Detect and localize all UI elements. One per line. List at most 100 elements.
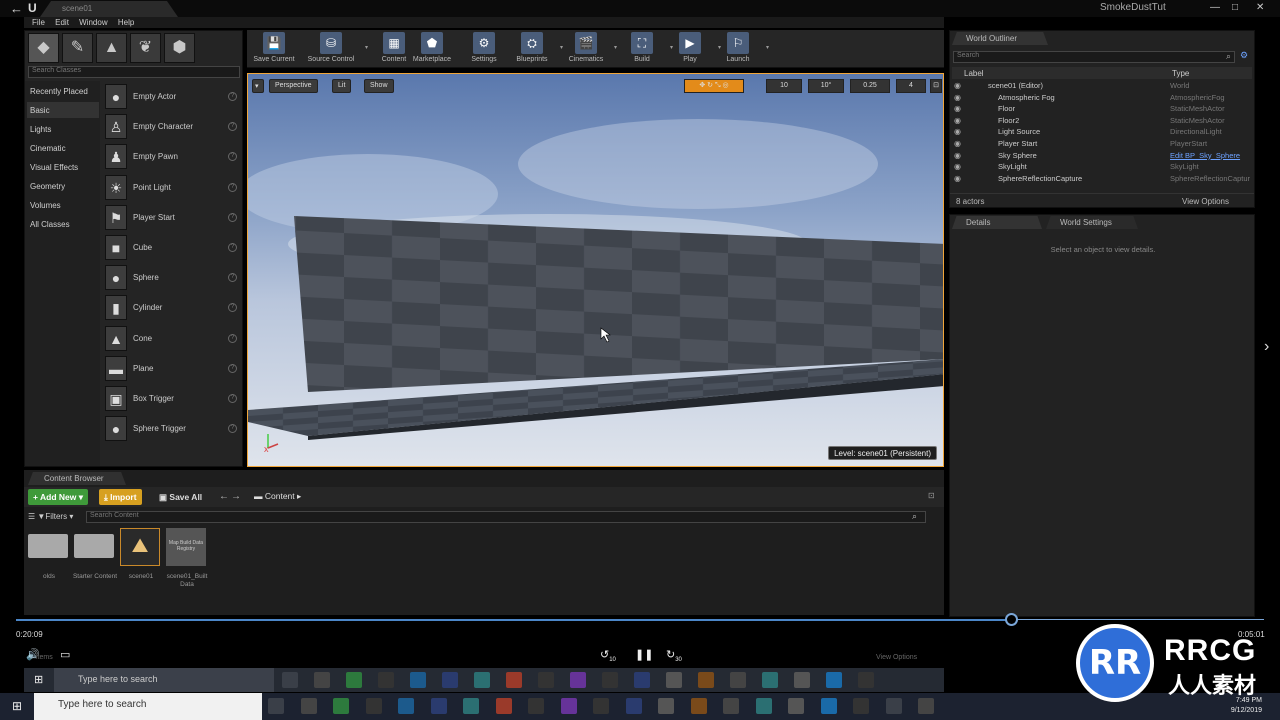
taskbar-app-icon[interactable]	[398, 698, 414, 714]
category-visual-effects[interactable]: Visual Effects	[27, 159, 99, 175]
taskbar-app-icon[interactable]	[658, 698, 674, 714]
taskbar-app-icon[interactable]	[463, 698, 479, 714]
taskbar-app-icon[interactable]	[560, 698, 577, 714]
eye-icon[interactable]: ◉	[954, 116, 961, 125]
category-cinematic[interactable]: Cinematic	[27, 140, 99, 156]
show-button[interactable]: Show	[364, 79, 394, 93]
place-item[interactable]: ▮ Cylinder?	[103, 294, 243, 322]
taskbar-app-icon[interactable]	[853, 698, 869, 714]
taskbar-app-icon[interactable]	[333, 698, 349, 714]
help-icon[interactable]: ?	[228, 363, 237, 373]
pause-icon[interactable]: ❚❚	[635, 648, 653, 661]
lit-button[interactable]: Lit	[332, 79, 352, 93]
viewport-options-icon[interactable]: ▾	[252, 79, 264, 93]
taskbar-app-icon[interactable]	[268, 698, 284, 714]
taskbar-app-icon[interactable]	[918, 698, 934, 714]
taskbar-app-icon[interactable]	[762, 672, 778, 688]
help-icon[interactable]: ?	[228, 333, 237, 343]
taskbar-app-icon[interactable]	[788, 698, 804, 714]
eye-icon[interactable]: ◉	[954, 93, 961, 102]
toolbar-build[interactable]: ⛶ Build ▾	[619, 32, 673, 68]
eye-icon[interactable]: ◉	[954, 104, 961, 113]
outliner-search-input[interactable]: Search	[953, 51, 1235, 63]
place-item[interactable]: ▬ Plane?	[103, 355, 243, 383]
search-classes-input[interactable]: Search Classes	[28, 66, 240, 78]
help-icon[interactable]: ?	[228, 303, 237, 313]
outliner-row[interactable]: ◉ scene01 (Editor) World	[952, 81, 1252, 92]
column-label[interactable]: Label	[964, 69, 984, 78]
place-item[interactable]: ■ Cube?	[103, 234, 243, 262]
tab-world-outliner[interactable]: World Outliner	[952, 32, 1048, 45]
taskbar-app-icon[interactable]	[593, 698, 609, 714]
help-icon[interactable]: ?	[228, 152, 237, 162]
category-lights[interactable]: Lights	[27, 121, 99, 137]
taskbar-app-icon[interactable]	[723, 698, 739, 714]
place-item[interactable]: ♙ Empty Character?	[103, 113, 243, 141]
outliner-row[interactable]: ◉ Atmospheric Fog AtmosphericFog	[952, 93, 1252, 104]
taskbar-app-icon[interactable]	[528, 698, 544, 714]
camera-speed[interactable]: 4	[896, 79, 926, 93]
outliner-row[interactable]: ◉ Sky Sphere Edit BP_Sky_Sphere	[952, 151, 1252, 162]
actor-type[interactable]: Edit BP_Sky_Sphere	[1170, 151, 1240, 160]
windows-start-icon[interactable]: ⊞	[34, 673, 43, 686]
toolbar-source-control[interactable]: ⛁ Source Control ▾	[302, 32, 368, 68]
help-icon[interactable]: ?	[228, 182, 237, 192]
toolbar-cinematics[interactable]: 🎬 Cinematics ▾	[563, 32, 617, 68]
next-chevron-icon[interactable]: ›	[1264, 338, 1269, 356]
taskbar-app-icon[interactable]	[625, 698, 642, 714]
settings-icon[interactable]: ⚙	[1240, 50, 1248, 61]
captions-icon[interactable]: ▭	[60, 648, 70, 661]
taskbar-search-box[interactable]: Type here to search	[34, 693, 262, 720]
toolbar-settings[interactable]: ⚙ Settings	[461, 32, 507, 68]
close-icon[interactable]: ✕	[1256, 2, 1264, 13]
outliner-row[interactable]: ◉ Player Start PlayerStart	[952, 139, 1252, 150]
taskbar-app-icon[interactable]	[570, 672, 586, 688]
menu-edit[interactable]: Edit	[55, 18, 69, 27]
category-recently-placed[interactable]: Recently Placed	[27, 83, 99, 99]
place-mode-icon[interactable]: ◆	[28, 33, 59, 63]
perspective-button[interactable]: Perspective	[269, 79, 318, 93]
taskbar-app-icon[interactable]	[858, 672, 874, 688]
toolbar-save-current[interactable]: 💾 Save Current	[251, 32, 297, 68]
rotation-snap[interactable]: 10°	[808, 79, 844, 93]
place-item[interactable]: ▲ Cone?	[103, 325, 243, 353]
eye-icon[interactable]: ◉	[954, 139, 961, 148]
place-item[interactable]: ⚑ Player Start?	[103, 204, 243, 232]
place-item[interactable]: ● Sphere?	[103, 264, 243, 292]
place-item[interactable]: ● Empty Actor?	[103, 83, 243, 111]
taskbar-app-icon[interactable]	[506, 672, 522, 688]
windows-start-icon[interactable]: ⊞	[12, 699, 22, 713]
eye-icon[interactable]: ◉	[954, 127, 961, 136]
asset-level[interactable]: ⛰ scene01	[120, 528, 162, 580]
level-tab[interactable]: scene01	[40, 1, 178, 17]
taskbar-app-icon[interactable]	[300, 698, 317, 714]
taskbar-app-icon[interactable]	[282, 672, 298, 688]
taskbar-app-icon[interactable]	[730, 672, 746, 688]
taskbar-app-icon[interactable]	[602, 672, 618, 688]
taskbar-app-icon[interactable]	[410, 672, 426, 688]
back-arrow-icon[interactable]: ←	[10, 1, 23, 16]
asset-folder[interactable]: Starter Content	[73, 528, 117, 580]
geometry-mode-icon[interactable]: ⬢	[164, 33, 195, 63]
taskbar-app-icon[interactable]	[495, 698, 512, 714]
taskbar-app-icon[interactable]	[538, 672, 554, 688]
asset-folder[interactable]: olds	[28, 528, 70, 580]
inner-search-box[interactable]: Type here to search	[54, 668, 274, 692]
outliner-row[interactable]: ◉ Floor2 StaticMeshActor	[952, 116, 1252, 127]
taskbar-app-icon[interactable]	[314, 672, 330, 688]
help-icon[interactable]: ?	[228, 122, 237, 132]
maximize-icon[interactable]: □	[1232, 2, 1238, 13]
help-icon[interactable]: ?	[228, 212, 237, 222]
outliner-row[interactable]: ◉ Floor StaticMeshActor	[952, 104, 1252, 115]
lock-icon[interactable]: ⊡	[928, 491, 935, 500]
eye-icon[interactable]: ◉	[954, 151, 961, 160]
skip-back-button[interactable]: ↺10	[600, 648, 616, 663]
outliner-row[interactable]: ◉ SphereReflectionCapture SphereReflection…	[952, 174, 1252, 185]
place-item[interactable]: ● Sphere Trigger?	[103, 415, 243, 443]
content-view-options[interactable]: View Options	[876, 654, 917, 661]
tab-details[interactable]: Details	[952, 216, 1042, 229]
help-icon[interactable]: ?	[228, 243, 237, 252]
taskbar-app-icon[interactable]	[346, 672, 362, 688]
help-icon[interactable]: ?	[228, 273, 237, 283]
taskbar-app-icon[interactable]	[826, 672, 842, 688]
